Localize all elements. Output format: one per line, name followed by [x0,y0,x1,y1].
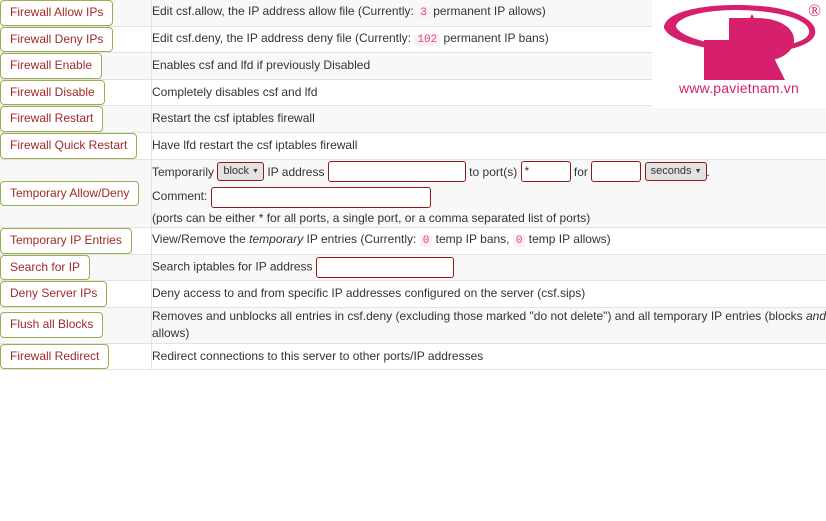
temp-form-main-line: Temporarily block ▼ IP address to port(s)… [152,160,826,183]
firewall-deny-ips-button[interactable]: Firewall Deny IPs [0,26,114,53]
firewall-quick-restart-button[interactable]: Firewall Quick Restart [0,132,138,159]
button-cell: Flush all Blocks [0,307,152,344]
temporary-allow-deny-button[interactable]: Temporary Allow/Deny [0,180,140,207]
deny-count: 102 [414,33,441,46]
table-row-temporary-allow-deny: Temporary Allow/Deny Temporarily block ▼ … [0,159,826,228]
registered-trademark-icon: ® [808,1,821,20]
description-cell: Redirect connections to this server to o… [152,348,484,363]
button-cell: Firewall Redirect [0,343,152,370]
button-cell: Firewall Quick Restart [0,132,152,160]
search-for-ip-button[interactable]: Search for IP [0,254,91,281]
temp-action-select[interactable]: block ▼ [217,161,264,181]
row-description-mid: IP entries (Currently: [306,232,417,247]
temporarily-label: Temporarily [152,164,215,179]
allow-count: 3 [417,7,430,20]
temp-action-select-value: block [223,164,250,177]
table-row: Firewall Redirect Redirect connections t… [0,343,826,370]
ip-address-label: IP address [267,164,325,179]
button-cell: Firewall Disable [0,79,152,106]
temp-duration-input[interactable] [591,160,642,182]
row-description-mid2: temp IP bans, [435,232,510,247]
row-description-pre: View/Remove the [152,232,246,247]
description-cell: Have lfd restart the csf iptables firewa… [152,138,358,153]
button-cell: Firewall Allow IPs [0,0,152,27]
for-label: for [573,164,588,179]
temporary-ip-entries-button[interactable]: Temporary IP Entries [0,228,132,254]
temp-ip-address-input[interactable] [327,160,466,182]
search-ip-label: Search iptables for IP address [152,259,313,274]
temp-ports-input[interactable] [520,160,571,182]
row-description-emphasis: temporary [249,232,304,247]
firewall-restart-button[interactable]: Firewall Restart [0,106,104,132]
temp-bans-count: 0 [419,235,433,248]
description-cell: View/Remove the temporary IP entries (Cu… [152,228,826,255]
row-description-post: permanent IP bans) [443,30,549,45]
table-row: Temporary IP Entries View/Remove the tem… [0,227,826,255]
row-description-emphasis: and [805,308,826,323]
temp-comment-input[interactable] [210,186,431,208]
button-cell: Firewall Enable [0,52,152,80]
table-row: Firewall Restart Restart the csf iptable… [0,105,826,133]
comment-label: Comment: [152,189,208,204]
button-cell: Firewall Deny IPs [0,26,152,53]
pavietnam-logo-overlay: ® www.pavietnam.vn [652,0,826,108]
to-ports-label: to port(s) [469,164,518,179]
chevron-down-icon: ▼ [694,167,702,175]
temp-unit-select-value: seconds [650,164,692,177]
button-cell: Temporary IP Entries [0,227,152,255]
row-description-post: temp IP allows) [528,232,611,247]
table-row: Firewall Quick Restart Have lfd restart … [0,132,826,160]
description-cell: Removes and unblocks all entries in csf.… [152,307,826,343]
table-row: Search for IP Search iptables for IP add… [0,254,826,281]
ports-hint: (ports can be either * for all ports, a … [152,210,591,225]
firewall-allow-ips-button[interactable]: Firewall Allow IPs [0,0,114,26]
search-for-ip-form: Search iptables for IP address [152,254,826,281]
row-description-post: permanent IP allows) [433,4,546,19]
temp-allows-count: 0 [512,235,526,248]
table-row: Deny Server IPs Deny access to and from … [0,280,826,308]
row-description-post: allows) [152,326,190,341]
description-cell: Deny access to and from specific IP addr… [152,286,586,301]
firewall-enable-button[interactable]: Firewall Enable [0,53,103,79]
button-cell: Search for IP [0,254,152,281]
table-row: Flush all Blocks Removes and unblocks al… [0,307,826,344]
row-description-pre: Edit csf.allow, the IP address allow fil… [152,4,414,19]
temp-form-comment-line: Comment: [152,185,826,208]
button-cell: Deny Server IPs [0,280,152,308]
period-label: . [706,164,710,179]
search-ip-input[interactable] [315,257,454,278]
button-cell: Firewall Restart [0,105,152,133]
temporary-allow-deny-form: Temporarily block ▼ IP address to port(s)… [152,159,826,228]
pavietnam-logo-icon [664,4,816,80]
chevron-down-icon: ▼ [252,167,259,175]
row-description-pre: Removes and unblocks all entries in csf.… [152,308,803,323]
firewall-disable-button[interactable]: Firewall Disable [0,79,105,106]
button-cell: Temporary Allow/Deny [0,159,152,228]
deny-server-ips-button[interactable]: Deny Server IPs [0,281,108,307]
temp-unit-select[interactable]: seconds ▼ [644,161,707,181]
description-cell: Restart the csf iptables firewall [152,111,315,126]
flush-all-blocks-button[interactable]: Flush all Blocks [0,312,104,339]
row-description-pre: Edit csf.deny, the IP address deny file … [152,30,412,45]
firewall-redirect-button[interactable]: Firewall Redirect [0,343,110,370]
pavietnam-url-text: www.pavietnam.vn [679,80,799,96]
